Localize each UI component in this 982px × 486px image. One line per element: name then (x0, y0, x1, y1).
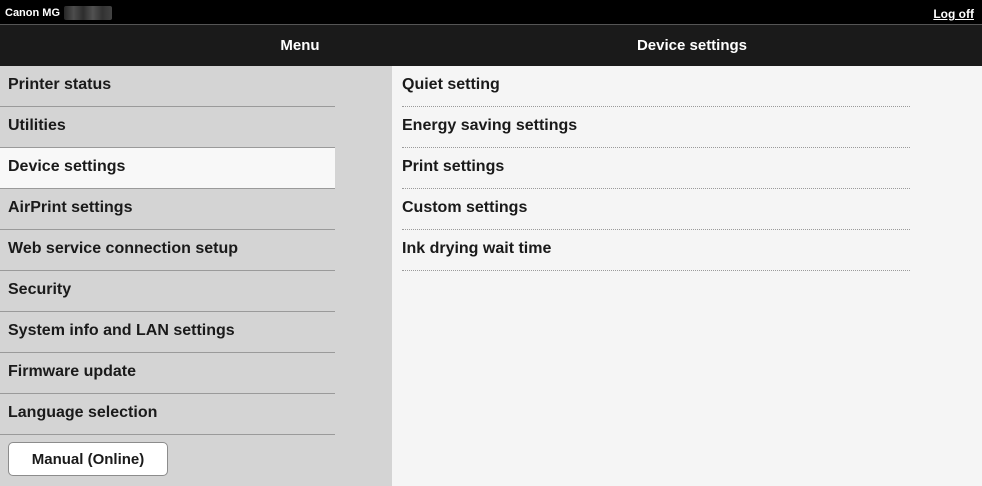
sidebar-item-device-settings[interactable]: Device settings (0, 148, 335, 189)
sidebar-item-web-service-connection-setup[interactable]: Web service connection setup (0, 230, 335, 271)
title-bar: Menu Device settings (0, 24, 982, 66)
setting-custom-settings[interactable]: Custom settings (402, 189, 910, 230)
setting-quiet-setting[interactable]: Quiet setting (402, 66, 910, 107)
settings-content: Quiet setting Energy saving settings Pri… (392, 66, 982, 486)
sidebar-menu: Printer status Utilities Device settings… (0, 66, 392, 486)
top-bar: Canon MG Log off (0, 0, 982, 24)
log-off-link[interactable]: Log off (933, 7, 974, 21)
redacted-model-number (64, 6, 112, 20)
setting-print-settings[interactable]: Print settings (402, 148, 910, 189)
sidebar-item-airprint-settings[interactable]: AirPrint settings (0, 189, 335, 230)
sidebar-item-printer-status[interactable]: Printer status (0, 66, 335, 107)
page-title: Device settings (636, 37, 748, 54)
sidebar-item-language-selection[interactable]: Language selection (0, 394, 335, 435)
manual-online-button[interactable]: Manual (Online) (8, 442, 168, 476)
setting-ink-drying-wait-time[interactable]: Ink drying wait time (402, 230, 910, 271)
printer-model-label: Canon MG (5, 6, 112, 20)
sidebar-item-utilities[interactable]: Utilities (0, 107, 335, 148)
sidebar-item-security[interactable]: Security (0, 271, 335, 312)
setting-energy-saving[interactable]: Energy saving settings (402, 107, 910, 148)
sidebar-item-firmware-update[interactable]: Firmware update (0, 353, 335, 394)
printer-model-text: Canon MG (5, 7, 60, 19)
sidebar-item-system-info-lan[interactable]: System info and LAN settings (0, 312, 335, 353)
